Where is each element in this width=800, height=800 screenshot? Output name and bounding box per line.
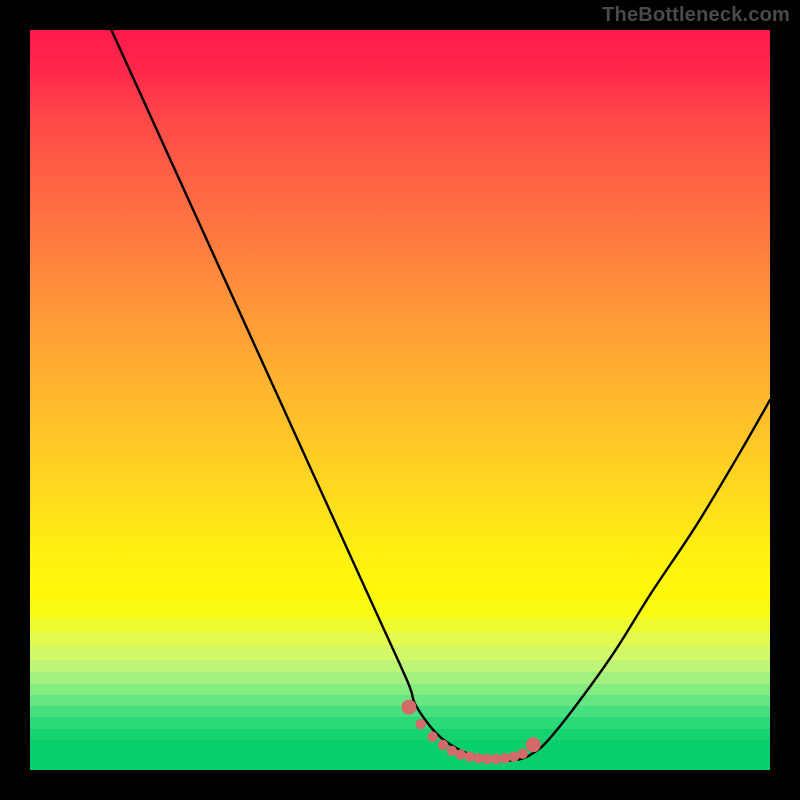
gradient-band: [30, 695, 770, 706]
gradient-band: [30, 646, 770, 659]
gradient-band: [30, 684, 770, 695]
gradient-band: [30, 672, 770, 684]
gradient-band: [30, 618, 770, 633]
gradient-band: [30, 585, 770, 601]
gradient-band: [30, 632, 770, 646]
gradient-band: [30, 740, 770, 770]
attribution-label: TheBottleneck.com: [602, 4, 790, 27]
gradient-band: [30, 706, 770, 717]
gradient-band: [30, 660, 770, 673]
gradient-band: [30, 729, 770, 741]
plot-area: [30, 30, 770, 770]
chart-frame: TheBottleneck.com: [0, 0, 800, 800]
gradient-band: [30, 601, 770, 617]
gradient-band: [30, 717, 770, 728]
